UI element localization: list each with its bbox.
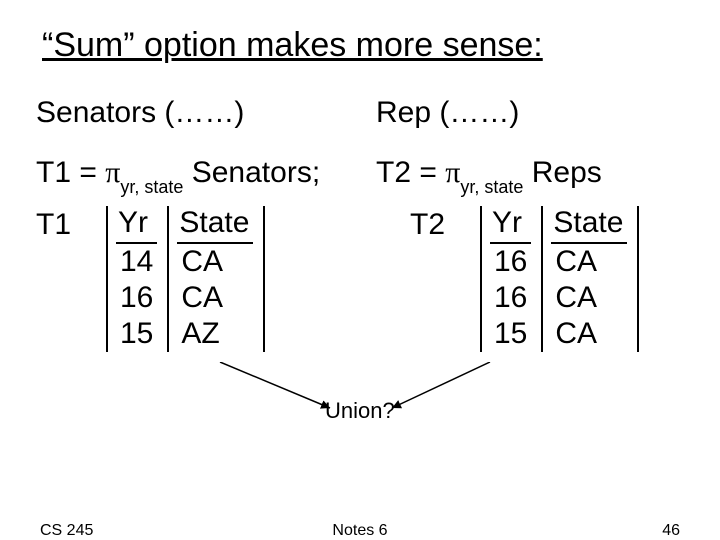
- t1-hdr-yr: Yr: [116, 206, 157, 244]
- t2-projection-sub: yr, state: [460, 177, 523, 197]
- t2-cell: CA: [551, 244, 627, 280]
- t1-cell: CA: [177, 244, 253, 280]
- pi-symbol: π: [105, 156, 120, 189]
- table-t1: T1 Yr 14 16 15 State CA CA AZ: [36, 206, 376, 352]
- t2-cell: CA: [551, 280, 627, 316]
- t1-cell: CA: [177, 280, 253, 316]
- schema-senators: Senators (……): [36, 96, 376, 130]
- footer-page: 46: [662, 522, 680, 540]
- t1-grid: Yr 14 16 15 State CA CA AZ: [106, 206, 265, 352]
- t1-relation: Senators;: [183, 156, 320, 189]
- t2-relation: Reps: [523, 156, 601, 189]
- t2-def-eq: =: [411, 156, 445, 189]
- slide: “Sum” option makes more sense: Senators …: [0, 0, 720, 540]
- slide-title: “Sum” option makes more sense:: [42, 26, 543, 65]
- pi-symbol: π: [445, 156, 460, 189]
- definitions-row: T1 = πyr, state Senators; T2 = πyr, stat…: [36, 156, 700, 194]
- t1-hdr-state: State: [177, 206, 253, 244]
- t1-label: T1: [36, 206, 106, 242]
- t2-definition: T2 = πyr, state Reps: [376, 156, 700, 194]
- t1-cell: 14: [116, 244, 157, 280]
- tables-area: T1 Yr 14 16 15 State CA CA AZ T2: [36, 206, 684, 352]
- union-label: Union?: [325, 398, 395, 424]
- t2-hdr-state: State: [551, 206, 627, 244]
- t2-col-yr: Yr 16 16 15: [480, 206, 541, 352]
- t1-col-yr: Yr 14 16 15: [106, 206, 167, 352]
- t1-definition: T1 = πyr, state Senators;: [36, 156, 376, 194]
- schema-row: Senators (……) Rep (……): [36, 96, 684, 130]
- t2-cell: 16: [490, 280, 531, 316]
- t1-projection-sub: yr, state: [120, 177, 183, 197]
- t2-cell: 16: [490, 244, 531, 280]
- t2-hdr-yr: Yr: [490, 206, 531, 244]
- t2-grid: Yr 16 16 15 State CA CA CA: [480, 206, 639, 352]
- t2-col-state: State CA CA CA: [541, 206, 639, 352]
- t1-cell: 15: [116, 316, 157, 352]
- t1-col-state: State CA CA AZ: [167, 206, 265, 352]
- t1-cell: AZ: [177, 316, 253, 352]
- t1-cell: 16: [116, 280, 157, 316]
- t1-def-eq: =: [71, 156, 105, 189]
- schema-rep: Rep (……): [376, 96, 684, 130]
- t2-cell: 15: [490, 316, 531, 352]
- footer-notes: Notes 6: [0, 522, 720, 540]
- table-t2: T2 Yr 16 16 15 State CA CA CA: [376, 206, 684, 352]
- t2-def-label: T2: [376, 156, 411, 189]
- t2-label: T2: [410, 206, 480, 242]
- t1-def-label: T1: [36, 156, 71, 189]
- t2-cell: CA: [551, 316, 627, 352]
